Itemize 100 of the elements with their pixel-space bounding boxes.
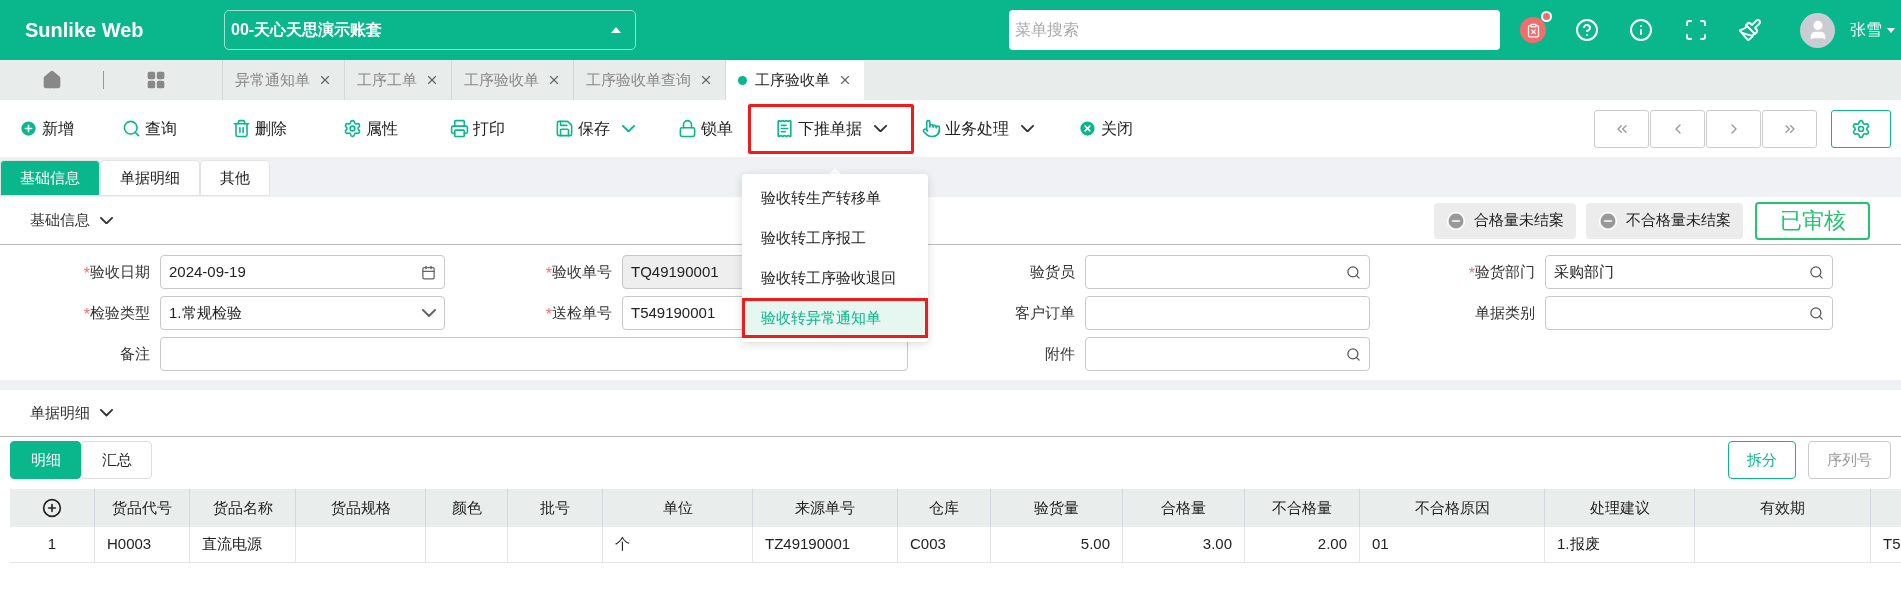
help-icon[interactable]: [1575, 18, 1599, 42]
chevron-icon: [422, 309, 436, 317]
add-icon: [19, 119, 38, 138]
add-row-icon[interactable]: [42, 498, 62, 518]
field-label: 验收单号: [552, 261, 612, 282]
input-field[interactable]: 1.常规检验: [160, 296, 445, 330]
table-cell-text: 3.00: [1202, 534, 1232, 555]
section-title[interactable]: 基础信息: [30, 209, 90, 232]
hand-icon: [922, 119, 941, 138]
toolbar-button[interactable]: 查询: [114, 103, 185, 154]
column-header: 验货量: [1034, 497, 1079, 518]
field-label: 客户订单: [1015, 302, 1075, 323]
chevron-icon[interactable]: [100, 409, 113, 417]
toolbar-button[interactable]: 下推单据: [748, 103, 914, 154]
required-mark: *: [83, 307, 90, 323]
detail-tab[interactable]: 汇总: [81, 441, 152, 479]
trash-icon: [232, 119, 251, 138]
section-title[interactable]: 单据明细: [30, 401, 90, 425]
status-button[interactable]: 合格量未结案: [1434, 202, 1576, 239]
input-field[interactable]: [160, 337, 908, 371]
settings-icon: [343, 119, 362, 138]
table-cell-text: 01: [1372, 534, 1389, 555]
settings-button[interactable]: [1831, 109, 1891, 148]
apps-icon[interactable]: [145, 70, 166, 90]
table-cell-text: 1.报废: [1557, 534, 1600, 555]
avatar[interactable]: [1800, 12, 1835, 48]
required-mark: *: [83, 266, 90, 282]
last-page-button[interactable]: [1762, 109, 1817, 148]
close-icon: [1078, 119, 1097, 138]
toolbar-button[interactable]: 打印: [442, 103, 513, 154]
input-field[interactable]: [1085, 255, 1370, 289]
field-label: 附件: [1045, 343, 1075, 364]
first-page-button[interactable]: [1594, 109, 1649, 148]
toolbar-button[interactable]: 关闭: [1070, 103, 1141, 154]
next-button[interactable]: [1706, 109, 1761, 148]
caret-icon: [1887, 27, 1895, 33]
chevron-icon[interactable]: [100, 216, 113, 225]
toolbar-button[interactable]: 业务处理: [914, 103, 1042, 154]
input-field[interactable]: 采购部门: [1545, 255, 1833, 289]
column-header: 货品规格: [330, 497, 391, 518]
table-cell-text: T5: [1883, 534, 1901, 555]
logo: Sunlike Web: [25, 18, 145, 43]
form-tab[interactable]: 其他: [200, 160, 270, 196]
column-header: 合格量: [1161, 497, 1206, 518]
field-label: 备注: [120, 343, 150, 364]
brush-icon[interactable]: [1738, 18, 1762, 42]
search-icon: [1809, 264, 1824, 280]
column-header: 处理建议: [1589, 497, 1650, 518]
field-label: 单据类别: [1475, 302, 1535, 323]
close-icon[interactable]: [318, 73, 332, 87]
document-icon: [775, 119, 794, 138]
page-tab[interactable]: 工序验收单: [725, 60, 864, 100]
input-field[interactable]: [1085, 337, 1370, 371]
column-header: 颜色: [451, 497, 482, 518]
caret-icon: [611, 27, 621, 33]
status-button[interactable]: 不合格量未结案: [1586, 202, 1743, 239]
field-label: 检验类型: [90, 302, 150, 323]
toolbar-button[interactable]: 锁单: [670, 103, 741, 154]
info-icon[interactable]: [1629, 18, 1653, 42]
column-header: 不合格原因: [1414, 497, 1490, 518]
toolbar-button[interactable]: 属性: [335, 103, 406, 154]
calendar-icon: [421, 264, 436, 280]
column-header: 有效期: [1760, 497, 1805, 518]
close-icon[interactable]: [699, 73, 713, 87]
column-header: 货品代号: [112, 497, 172, 518]
column-header: 单位: [662, 497, 693, 518]
chevron-icon: [1021, 124, 1034, 133]
search-icon: [1809, 305, 1824, 321]
toolbar-button[interactable]: 删除: [224, 103, 295, 154]
field-label: 验货部门: [1475, 261, 1535, 282]
input-field[interactable]: 2024-09-19: [160, 255, 445, 289]
field-label: 验货员: [1030, 261, 1075, 282]
toolbar-button[interactable]: 新增: [11, 103, 82, 154]
fullscreen-icon[interactable]: [1684, 18, 1708, 42]
home-icon[interactable]: [41, 70, 62, 90]
required-mark: *: [1468, 266, 1475, 282]
chevron-icon: [874, 124, 887, 133]
column-header: 批号: [540, 497, 570, 518]
minus-icon: [1598, 210, 1618, 231]
chevron-icon: [622, 124, 635, 133]
settings-icon: [1851, 118, 1871, 139]
form-tab[interactable]: 单据明细: [100, 160, 200, 196]
close-icon[interactable]: [425, 73, 439, 87]
previous-button[interactable]: [1650, 109, 1705, 148]
column-header: 来源单号: [795, 497, 855, 518]
input-field[interactable]: [1545, 296, 1833, 330]
menu-item[interactable]: 验收转工序报工: [742, 218, 928, 258]
lock-icon: [678, 119, 697, 138]
close-icon[interactable]: [838, 73, 852, 87]
menu-item[interactable]: 验收转生产转移单: [742, 178, 928, 218]
search-icon: [122, 119, 141, 138]
table-cell-text: 2.00: [1317, 534, 1347, 555]
table-cell-text: TZ49190001: [765, 534, 851, 555]
close-icon[interactable]: [547, 73, 561, 87]
notification-button[interactable]: [1520, 17, 1546, 43]
table-cell-text: 1: [47, 534, 57, 555]
toolbar-button[interactable]: 保存: [547, 103, 643, 154]
table-cell-text: C003: [910, 534, 946, 555]
input-field[interactable]: [1085, 296, 1370, 330]
minus-icon: [1446, 210, 1466, 231]
